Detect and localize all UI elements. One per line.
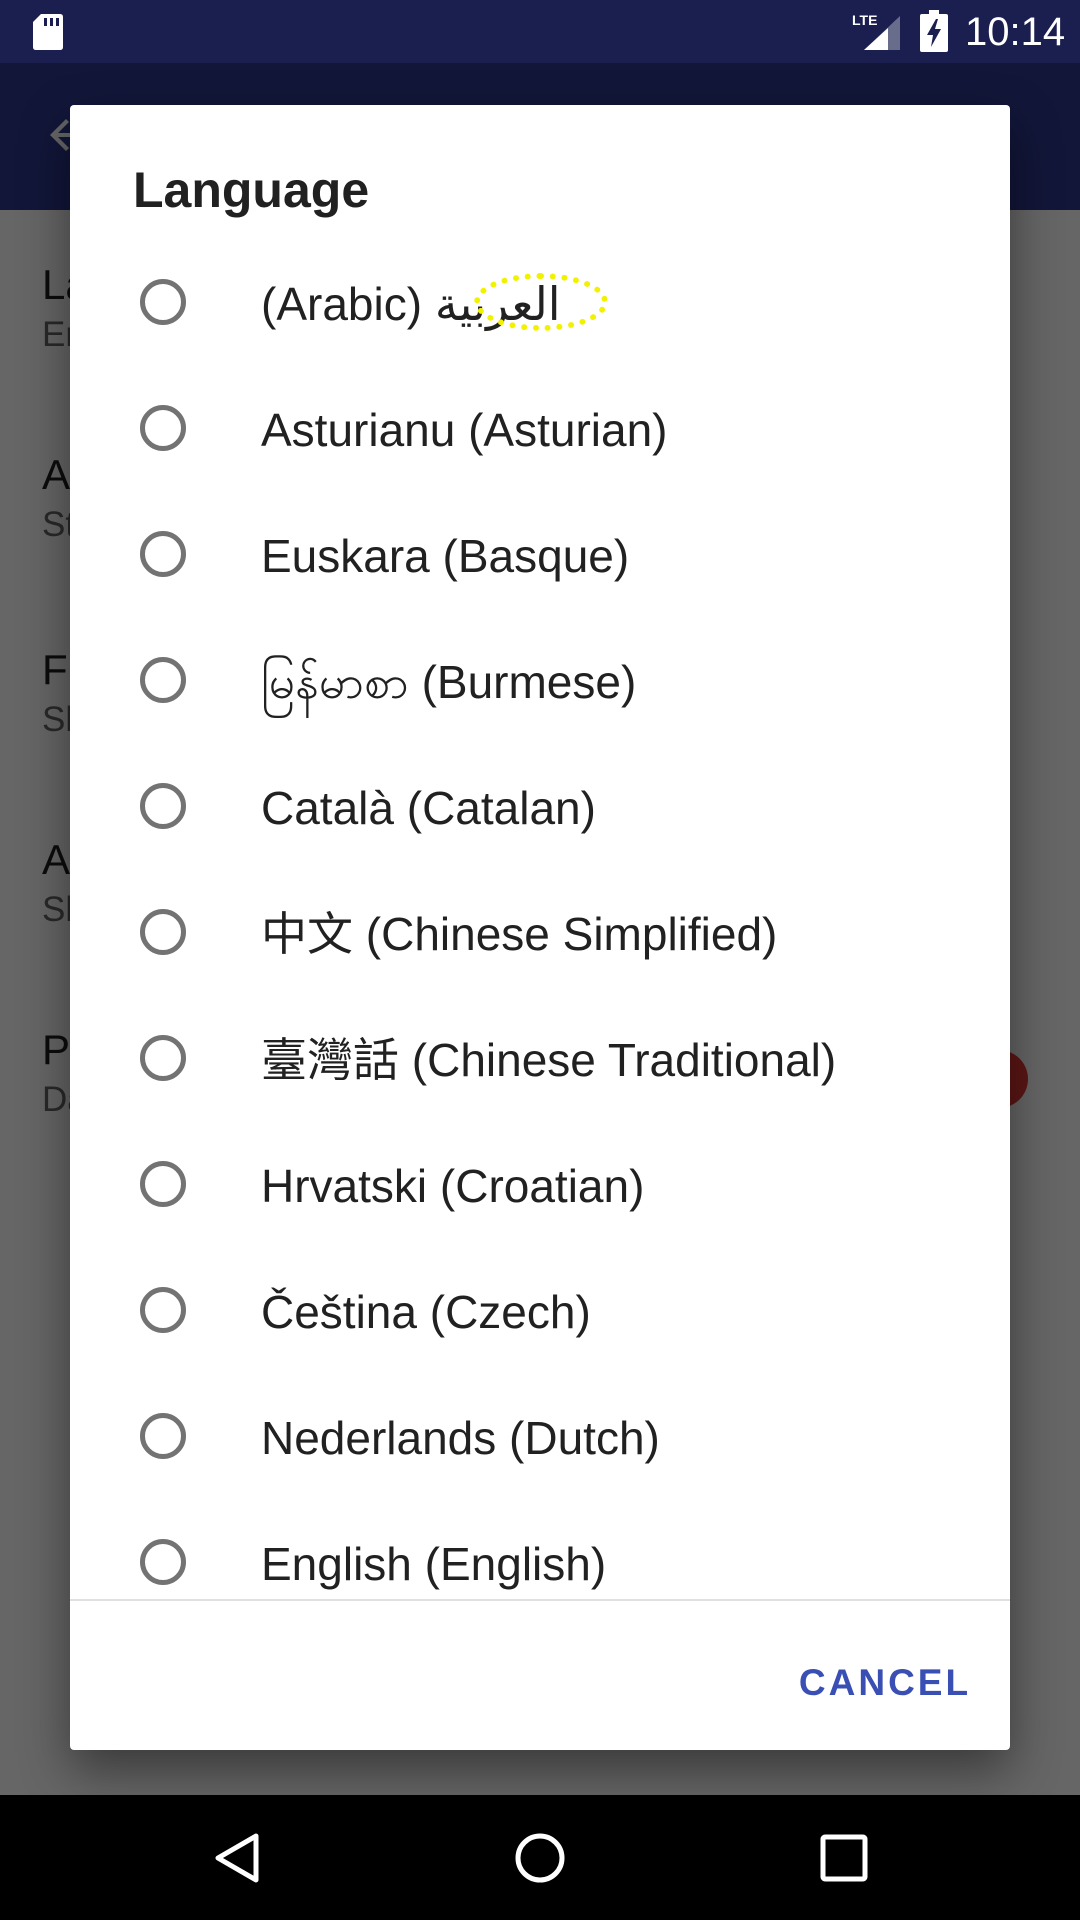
language-option-english[interactable]: English (English) xyxy=(70,1503,1010,1629)
language-option-chinese-simplified[interactable]: 中文 (Chinese Simplified) xyxy=(70,873,1010,999)
nav-back-icon[interactable] xyxy=(210,1830,266,1886)
radio-button[interactable] xyxy=(140,279,186,325)
status-time: 10:14 xyxy=(965,10,1066,54)
dialog-divider xyxy=(70,1599,1010,1601)
radio-button[interactable] xyxy=(140,1287,186,1333)
nav-home-icon[interactable] xyxy=(512,1830,568,1886)
lte-signal-icon: LTE xyxy=(852,12,902,52)
language-options-list[interactable]: (Arabic) العربية Asturianu (Asturian) Eu… xyxy=(70,243,1010,1705)
option-label: Català (Catalan) xyxy=(261,782,596,834)
language-option-croatian[interactable]: Hrvatski (Croatian) xyxy=(70,1125,1010,1251)
status-bar: LTE 10:14 xyxy=(0,0,1080,63)
option-label: English (English) xyxy=(261,1538,607,1590)
cancel-button[interactable]: CANCEL xyxy=(785,1643,985,1723)
option-label: Čeština (Czech) xyxy=(261,1286,591,1338)
radio-button[interactable] xyxy=(140,657,186,703)
language-dialog: Language (Arabic) العربية Asturianu (Ast… xyxy=(70,105,1010,1750)
nav-recents-icon[interactable] xyxy=(818,1832,870,1884)
screen: LTE 10:14 La En A St Fl Sl A Sl xyxy=(0,0,1080,1920)
navigation-bar xyxy=(0,1795,1080,1920)
language-option-catalan[interactable]: Català (Catalan) xyxy=(70,747,1010,873)
language-option-asturian[interactable]: Asturianu (Asturian) xyxy=(70,369,1010,495)
radio-button[interactable] xyxy=(140,1413,186,1459)
sd-card-icon xyxy=(33,14,63,50)
dialog-title: Language xyxy=(133,162,370,218)
language-option-basque[interactable]: Euskara (Basque) xyxy=(70,495,1010,621)
radio-button[interactable] xyxy=(140,531,186,577)
option-label: မြန်မာစာ (Burmese) xyxy=(261,656,637,708)
radio-button[interactable] xyxy=(140,909,186,955)
option-label: 臺灣話 (Chinese Traditional) xyxy=(261,1034,837,1086)
battery-charging-icon xyxy=(920,10,948,52)
radio-button[interactable] xyxy=(140,1161,186,1207)
radio-button[interactable] xyxy=(140,405,186,451)
radio-button[interactable] xyxy=(140,783,186,829)
language-option-arabic[interactable]: (Arabic) العربية xyxy=(70,243,1010,369)
radio-button[interactable] xyxy=(140,1539,186,1585)
option-label: Hrvatski (Croatian) xyxy=(261,1160,645,1212)
language-option-dutch[interactable]: Nederlands (Dutch) xyxy=(70,1377,1010,1503)
lte-label: LTE xyxy=(852,12,878,28)
highlight-ring xyxy=(474,273,608,331)
radio-button[interactable] xyxy=(140,1035,186,1081)
option-label: Nederlands (Dutch) xyxy=(261,1412,660,1464)
language-option-burmese[interactable]: မြန်မာစာ (Burmese) xyxy=(70,621,1010,747)
option-label: Euskara (Basque) xyxy=(261,530,630,582)
option-label: Asturianu (Asturian) xyxy=(261,404,668,456)
option-label: 中文 (Chinese Simplified) xyxy=(261,908,778,960)
language-option-czech[interactable]: Čeština (Czech) xyxy=(70,1251,1010,1377)
language-option-chinese-traditional[interactable]: 臺灣話 (Chinese Traditional) xyxy=(70,999,1010,1125)
